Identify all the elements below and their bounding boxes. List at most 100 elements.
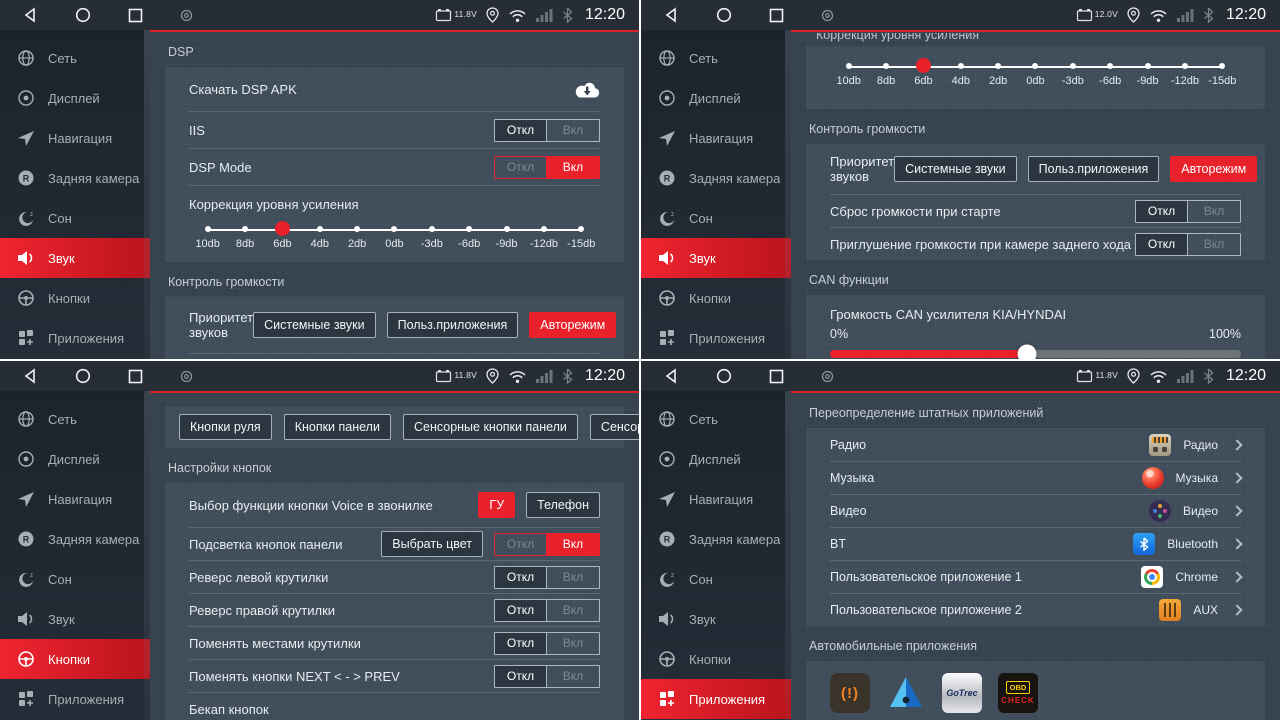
sidebar-item-network[interactable]: Сеть	[641, 399, 791, 439]
video-app-selector[interactable]: Видео	[1149, 500, 1241, 522]
gain-stop[interactable]: 4db	[301, 222, 338, 250]
sidebar-item-buttons[interactable]: Кнопки	[0, 278, 150, 318]
back-icon[interactable]	[23, 368, 38, 384]
toggle-off[interactable]: Откл	[495, 534, 547, 555]
gain-stop[interactable]: 2db	[979, 59, 1016, 87]
sidebar-item-buttons[interactable]: Кнопки	[0, 639, 150, 679]
cloud-download-icon[interactable]	[574, 80, 600, 99]
screenshot-icon[interactable]	[821, 9, 834, 22]
screenshot-icon[interactable]	[821, 370, 834, 383]
sidebar-item-apps[interactable]: Приложения	[0, 679, 150, 719]
iis-toggle[interactable]: ОтклВкл	[494, 119, 600, 142]
can-volume-slider[interactable]	[830, 350, 1241, 358]
touch-panel-buttons-tab[interactable]: Сенсорные кнопки панели	[403, 414, 578, 440]
music-remap-row[interactable]: Музыка Музыка	[830, 461, 1241, 494]
can-slider-knob[interactable]	[1018, 345, 1037, 360]
recents-icon[interactable]	[128, 8, 143, 23]
sidebar-item-network[interactable]: Сеть	[0, 38, 150, 78]
sidebar-item-buttons[interactable]: Кнопки	[641, 639, 791, 679]
home-icon[interactable]	[75, 7, 91, 23]
recents-icon[interactable]	[128, 369, 143, 384]
toggle-on[interactable]: Вкл	[547, 567, 599, 588]
gain-dot[interactable]	[466, 226, 472, 232]
obd-check-app-icon[interactable]: OBDCHECK	[998, 673, 1038, 713]
gain-dot-selected[interactable]	[275, 221, 290, 236]
system-sounds-button[interactable]: Системные звуки	[253, 312, 376, 338]
gain-dot[interactable]	[391, 226, 397, 232]
toggle-off[interactable]: Откл	[495, 157, 547, 178]
gain-stop-selected[interactable]: 6db	[264, 222, 301, 250]
auto-mode-button[interactable]: Авторежим	[529, 312, 616, 338]
sidebar-item-sleep[interactable]: zСон	[0, 559, 150, 599]
gain-stop[interactable]: 8db	[867, 59, 904, 87]
gain-dot[interactable]	[995, 63, 1001, 69]
sidebar-item-rear-camera[interactable]: RЗадняя камера	[0, 158, 150, 198]
toggle-on[interactable]: Вкл	[547, 666, 599, 687]
gain-slider[interactable]: 10db 8db 6db 4db 2db 0db -3db -6db -9db …	[830, 59, 1241, 87]
system-sounds-button[interactable]: Системные звуки	[894, 156, 1017, 182]
custom-app-1-row[interactable]: Пользовательское приложение 1 Chrome	[830, 560, 1241, 593]
rear-camera-mute-toggle[interactable]: ОтклВкл	[1135, 233, 1241, 256]
recents-icon[interactable]	[769, 8, 784, 23]
gain-stop[interactable]: -9db	[1129, 59, 1166, 87]
toggle-off[interactable]: Откл	[495, 666, 547, 687]
toggle-on[interactable]: Вкл	[547, 534, 599, 555]
radio-remap-row[interactable]: Радио Радио	[830, 428, 1241, 461]
gain-stop[interactable]: -9db	[488, 222, 525, 250]
toggle-off[interactable]: Откл	[495, 633, 547, 654]
gain-stop[interactable]: 0db	[1017, 59, 1054, 87]
gain-dot[interactable]	[846, 63, 852, 69]
video-remap-row[interactable]: Видео Видео	[830, 494, 1241, 527]
home-icon[interactable]	[716, 368, 732, 384]
swap-knobs-toggle[interactable]: ОтклВкл	[494, 632, 600, 655]
sidebar-item-apps[interactable]: Приложения	[641, 679, 791, 719]
sidebar-item-display[interactable]: Дисплей	[641, 439, 791, 479]
reverse-left-knob-toggle[interactable]: ОтклВкл	[494, 566, 600, 589]
toggle-off[interactable]: Откл	[1136, 234, 1188, 255]
gain-dot[interactable]	[205, 226, 211, 232]
sidebar-item-network[interactable]: Сеть	[0, 399, 150, 439]
gain-slider[interactable]: 10db 8db 6db 4db 2db 0db -3db -6db -9db …	[189, 222, 600, 250]
choose-color-button[interactable]: Выбрать цвет	[381, 531, 483, 557]
gain-dot[interactable]	[1182, 63, 1188, 69]
dsp-mode-toggle[interactable]: ОтклВкл	[494, 156, 600, 179]
toggle-on[interactable]: Вкл	[547, 600, 599, 621]
sidebar-item-apps[interactable]: Приложения	[0, 318, 150, 358]
gain-dot[interactable]	[317, 226, 323, 232]
toggle-on[interactable]: Вкл	[1188, 234, 1240, 255]
gain-stop[interactable]: -15db	[1204, 59, 1241, 87]
auto-mode-button[interactable]: Авторежим	[1170, 156, 1257, 182]
music-app-selector[interactable]: Музыка	[1142, 467, 1241, 489]
home-icon[interactable]	[75, 368, 91, 384]
gain-stop-selected[interactable]: 6db	[905, 59, 942, 87]
gain-dot-selected[interactable]	[916, 58, 931, 73]
gain-stop[interactable]: -12db	[1166, 59, 1203, 87]
gain-stop[interactable]: 4db	[942, 59, 979, 87]
screenshot-icon[interactable]	[180, 9, 193, 22]
gotrec-app-icon[interactable]: GoTrec	[942, 673, 982, 713]
toggle-on[interactable]: Вкл	[547, 157, 599, 178]
gain-stop[interactable]: 10db	[830, 59, 867, 87]
back-icon[interactable]	[664, 368, 679, 384]
buttons-backup-row[interactable]: Бекап кнопок	[189, 692, 600, 720]
sidebar-item-sleep[interactable]: zСон	[0, 198, 150, 238]
toggle-off[interactable]: Откл	[495, 600, 547, 621]
gain-stop[interactable]: 8db	[226, 222, 263, 250]
gain-dot[interactable]	[1032, 63, 1038, 69]
user-apps-button[interactable]: Польз.приложения	[1028, 156, 1160, 182]
gain-stop[interactable]: 10db	[189, 222, 226, 250]
gain-dot[interactable]	[429, 226, 435, 232]
gain-dot[interactable]	[883, 63, 889, 69]
sidebar-item-sleep[interactable]: zСон	[641, 198, 791, 238]
sidebar-item-sound[interactable]: Звук	[0, 599, 150, 639]
gain-dot[interactable]	[541, 226, 547, 232]
sidebar-item-sound[interactable]: Звук	[641, 238, 791, 278]
phone-button[interactable]: Телефон	[526, 492, 600, 518]
gain-stop[interactable]: -6db	[1092, 59, 1129, 87]
tv-sensor-tab[interactable]: Сенсор ТВ (IO)	[590, 414, 639, 440]
sidebar-item-buttons[interactable]: Кнопки	[641, 278, 791, 318]
sidebar-item-display[interactable]: Дисплей	[0, 78, 150, 118]
toggle-on[interactable]: Вкл	[547, 633, 599, 654]
back-icon[interactable]	[23, 7, 38, 23]
home-icon[interactable]	[716, 7, 732, 23]
